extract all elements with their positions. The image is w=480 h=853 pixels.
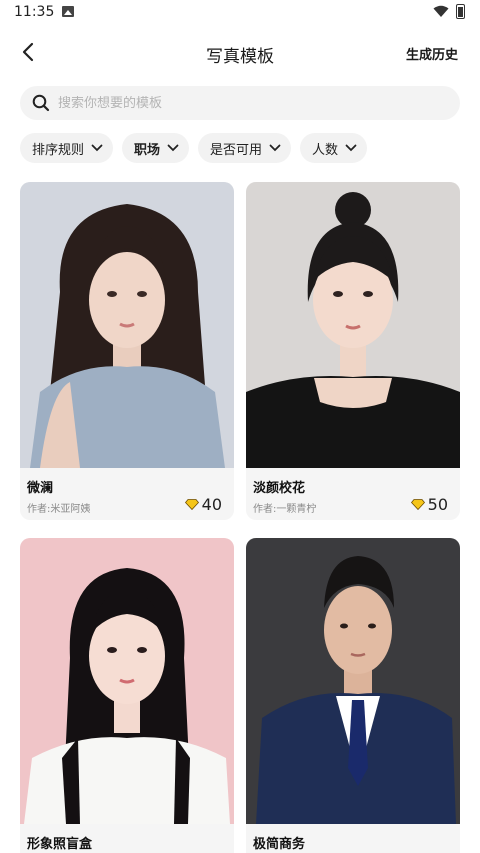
filter-sort-label: 排序规则 bbox=[32, 142, 85, 158]
wifi-icon bbox=[433, 5, 449, 17]
image-notification-icon bbox=[62, 6, 74, 17]
chevron-down-icon bbox=[345, 144, 357, 152]
template-card[interactable]: 微澜 作者:米亚阿姨 40 bbox=[20, 182, 234, 520]
template-title: 微澜 bbox=[27, 481, 54, 496]
filter-availability[interactable]: 是否可用 bbox=[198, 133, 292, 163]
template-price: 50 bbox=[410, 495, 448, 514]
template-photo bbox=[20, 538, 234, 824]
search-icon bbox=[32, 94, 50, 112]
template-card[interactable]: 形象照盲盒 bbox=[20, 538, 234, 853]
price-value: 50 bbox=[427, 495, 448, 514]
template-photo bbox=[20, 182, 234, 468]
chevron-down-icon bbox=[167, 144, 179, 152]
template-title: 淡颜校花 bbox=[253, 481, 306, 496]
generate-history-link[interactable]: 生成历史 bbox=[406, 44, 458, 63]
template-photo bbox=[246, 182, 460, 468]
diamond-icon bbox=[184, 499, 199, 510]
template-title: 形象照盲盒 bbox=[27, 837, 93, 852]
filter-people-count-label: 人数 bbox=[312, 142, 339, 158]
chevron-down-icon bbox=[269, 144, 281, 152]
template-card[interactable]: 极简商务 bbox=[246, 538, 460, 853]
price-value: 40 bbox=[201, 495, 222, 514]
status-bar: 11:35 bbox=[0, 0, 480, 26]
chevron-down-icon bbox=[91, 144, 103, 152]
filter-scene-label: 职场 bbox=[134, 142, 161, 158]
diamond-icon bbox=[410, 499, 425, 510]
filter-availability-label: 是否可用 bbox=[210, 142, 263, 158]
template-price: 40 bbox=[184, 495, 222, 514]
search-bar[interactable] bbox=[20, 86, 460, 120]
search-input[interactable] bbox=[58, 95, 418, 111]
header: 写真模板 生成历史 bbox=[0, 30, 480, 76]
filter-sort[interactable]: 排序规则 bbox=[20, 133, 114, 163]
filter-people-count[interactable]: 人数 bbox=[300, 133, 368, 163]
status-time: 11:35 bbox=[14, 4, 55, 20]
template-title: 极简商务 bbox=[253, 837, 306, 852]
template-photo bbox=[246, 538, 460, 824]
template-card[interactable]: 淡颜校花 作者:一颗青柠 50 bbox=[246, 182, 460, 520]
filter-scene[interactable]: 职场 bbox=[122, 133, 190, 163]
filter-bar: 排序规则 职场 是否可用 人数 bbox=[20, 133, 368, 163]
battery-icon bbox=[456, 4, 465, 19]
